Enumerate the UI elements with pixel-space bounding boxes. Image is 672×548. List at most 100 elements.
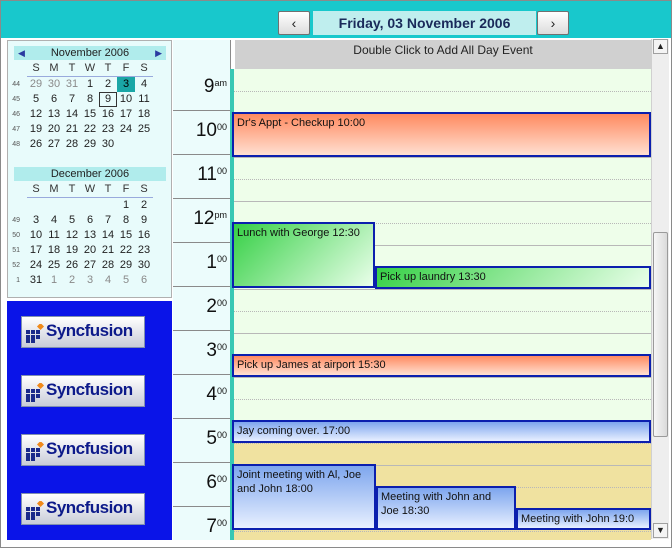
day-cell[interactable]: 14 <box>99 228 117 243</box>
day-cell[interactable]: 22 <box>81 122 99 137</box>
day-cell[interactable]: 10 <box>27 228 45 243</box>
day-cell[interactable]: 20 <box>81 243 99 258</box>
day-cell[interactable]: 22 <box>117 243 135 258</box>
day-cell[interactable]: 20 <box>45 122 63 137</box>
day-cell[interactable]: 5 <box>27 92 45 107</box>
day-cell[interactable]: 14 <box>63 107 81 122</box>
week-number: 47 <box>12 126 20 133</box>
day-cell[interactable]: 28 <box>99 258 117 273</box>
day-cell[interactable]: 4 <box>99 273 117 288</box>
hour-line <box>234 289 651 290</box>
day-cell[interactable]: 27 <box>45 137 63 152</box>
syncfusion-logo: Syncfusion <box>21 493 145 525</box>
day-cell[interactable]: 24 <box>27 258 45 273</box>
appointment[interactable]: Joint meeting with Al, Joe and John 18:0… <box>232 464 376 530</box>
previous-day-button[interactable]: ‹ <box>278 11 310 35</box>
day-cell[interactable]: 4 <box>45 213 63 228</box>
logo-panel: Syncfusion Syncfusion Syncfusion Syncfus… <box>7 301 172 540</box>
day-cell[interactable]: 2 <box>63 273 81 288</box>
week-number: 1 <box>16 277 20 284</box>
appointment[interactable]: Meeting with John and Joe 18:30 <box>376 486 516 530</box>
day-cell[interactable]: 29 <box>81 137 99 152</box>
hour-line <box>234 377 651 378</box>
day-cell[interactable]: 7 <box>99 213 117 228</box>
hour-line <box>234 157 651 158</box>
day-cell[interactable]: 5 <box>63 213 81 228</box>
scroll-up-icon[interactable]: ▲ <box>653 39 668 54</box>
day-cell[interactable]: 11 <box>45 228 63 243</box>
day-cell[interactable]: 10 <box>117 92 135 107</box>
day-cell[interactable]: 7 <box>63 92 81 107</box>
today-day-cell[interactable]: 9 <box>99 92 117 107</box>
appointment[interactable]: Meeting with John 19:0 <box>516 508 651 530</box>
day-cell[interactable]: 23 <box>99 122 117 137</box>
day-cell[interactable]: 23 <box>135 243 153 258</box>
vertical-scrollbar[interactable]: ▲ ▼ <box>651 39 669 539</box>
day-cell[interactable]: 19 <box>63 243 81 258</box>
hour-divider <box>173 330 230 331</box>
day-cell[interactable]: 29 <box>117 258 135 273</box>
day-cell[interactable]: 28 <box>63 137 81 152</box>
appointment[interactable]: Pick up laundry 13:30 <box>375 266 651 289</box>
day-cell[interactable]: 31 <box>63 77 81 92</box>
day-cell[interactable]: 16 <box>99 107 117 122</box>
day-cell[interactable]: 26 <box>27 137 45 152</box>
day-cell[interactable]: 5 <box>117 273 135 288</box>
day-cell[interactable]: 25 <box>45 258 63 273</box>
day-cell[interactable]: 26 <box>63 258 81 273</box>
day-cell[interactable]: 1 <box>81 77 99 92</box>
day-cell[interactable]: 13 <box>81 228 99 243</box>
day-cell[interactable]: 8 <box>117 213 135 228</box>
dow-label: F <box>122 62 130 74</box>
day-cell[interactable]: 21 <box>63 122 81 137</box>
day-cell[interactable]: 8 <box>81 92 99 107</box>
appointment[interactable]: Lunch with George 12:30 <box>232 222 375 288</box>
day-cell[interactable]: 1 <box>117 198 135 213</box>
day-cell[interactable]: 2 <box>135 198 153 213</box>
day-cell[interactable]: 29 <box>27 77 45 92</box>
scroll-down-icon[interactable]: ▼ <box>653 523 668 538</box>
day-cell[interactable]: 3 <box>27 213 45 228</box>
day-cell[interactable]: 12 <box>63 228 81 243</box>
day-cell[interactable]: 6 <box>135 273 153 288</box>
day-cell[interactable]: 9 <box>135 213 153 228</box>
next-month-arrow-icon[interactable]: ▶ <box>155 46 162 60</box>
day-cell[interactable]: 3 <box>81 273 99 288</box>
day-cell[interactable]: 11 <box>135 92 153 107</box>
appointment[interactable]: Jay coming over. 17:00 <box>232 420 651 443</box>
all-day-event-area[interactable]: Double Click to Add All Day Event <box>235 40 651 69</box>
selected-day-cell[interactable]: 3 <box>117 77 135 92</box>
prev-month-arrow-icon[interactable]: ◀ <box>18 46 25 60</box>
dow-label: T <box>104 183 112 195</box>
day-cell[interactable]: 6 <box>45 92 63 107</box>
hour-divider <box>173 506 230 507</box>
day-cell[interactable]: 13 <box>45 107 63 122</box>
day-cell[interactable]: 30 <box>99 137 117 152</box>
day-cell[interactable]: 27 <box>81 258 99 273</box>
day-cell[interactable]: 15 <box>117 228 135 243</box>
day-cell[interactable]: 6 <box>81 213 99 228</box>
day-cell[interactable]: 17 <box>117 107 135 122</box>
appointment[interactable]: Pick up James at airport 15:30 <box>232 354 651 377</box>
day-cell[interactable]: 2 <box>99 77 117 92</box>
day-cell[interactable]: 16 <box>135 228 153 243</box>
next-day-button[interactable]: › <box>537 11 569 35</box>
day-cell[interactable]: 12 <box>27 107 45 122</box>
day-cell[interactable]: 21 <box>99 243 117 258</box>
day-cell[interactable]: 25 <box>135 122 153 137</box>
day-cell[interactable]: 15 <box>81 107 99 122</box>
day-cell[interactable]: 18 <box>135 107 153 122</box>
scroll-thumb[interactable] <box>653 232 668 437</box>
logo-text: Syncfusion <box>46 321 133 340</box>
day-cell[interactable]: 24 <box>117 122 135 137</box>
day-cell[interactable]: 31 <box>27 273 45 288</box>
appointment[interactable]: Dr's Appt - Checkup 10:00 <box>232 112 651 157</box>
day-cell[interactable]: 30 <box>45 77 63 92</box>
day-cell[interactable]: 17 <box>27 243 45 258</box>
day-cell[interactable]: 4 <box>135 77 153 92</box>
syncfusion-mark-icon <box>26 501 45 520</box>
day-cell[interactable]: 19 <box>27 122 45 137</box>
day-cell[interactable]: 1 <box>45 273 63 288</box>
day-cell[interactable]: 18 <box>45 243 63 258</box>
day-cell[interactable]: 30 <box>135 258 153 273</box>
